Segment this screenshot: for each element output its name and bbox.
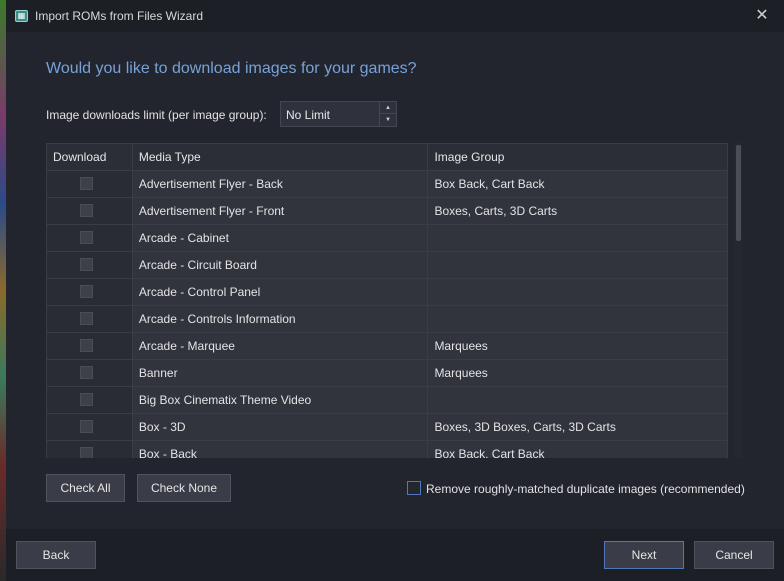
download-checkbox[interactable] <box>80 339 93 352</box>
media-type-cell: Arcade - Circuit Board <box>132 252 429 278</box>
image-group-cell <box>428 387 728 413</box>
download-checkbox[interactable] <box>80 258 93 271</box>
remove-duplicates-label: Remove roughly-matched duplicate images … <box>426 482 745 496</box>
download-cell <box>47 414 133 440</box>
spin-down-icon[interactable]: ▼ <box>380 114 396 126</box>
download-cell <box>47 225 133 251</box>
close-icon[interactable]: ✕ <box>750 4 774 28</box>
image-group-cell <box>428 225 728 251</box>
back-button[interactable]: Back <box>16 541 96 569</box>
download-checkbox[interactable] <box>80 393 93 406</box>
download-cell <box>47 333 133 359</box>
wizard-window: ▦ Import ROMs from Files Wizard ✕ Would … <box>6 0 784 581</box>
image-group-cell: Marquees <box>428 360 728 386</box>
download-checkbox[interactable] <box>80 366 93 379</box>
spin-buttons: ▲ ▼ <box>379 102 396 126</box>
download-cell <box>47 306 133 332</box>
download-checkbox[interactable] <box>80 312 93 325</box>
column-header-media-type[interactable]: Media Type <box>133 144 429 170</box>
column-header-image-group[interactable]: Image Group <box>428 144 728 170</box>
image-group-cell <box>428 279 728 305</box>
grid-body: Advertisement Flyer - Back Box Back, Cart… <box>47 171 728 458</box>
image-group-cell: Box Back, Cart Back <box>428 171 728 197</box>
table-row[interactable]: Arcade - Marquee Marquees <box>47 333 728 360</box>
download-checkbox[interactable] <box>80 177 93 190</box>
grid-header: Download Media Type Image Group <box>47 143 728 171</box>
download-checkbox[interactable] <box>80 231 93 244</box>
table-row[interactable]: Advertisement Flyer - Front Boxes, Carts,… <box>47 198 728 225</box>
download-cell <box>47 198 133 224</box>
media-type-cell: Advertisement Flyer - Back <box>132 171 429 197</box>
download-checkbox[interactable] <box>80 285 93 298</box>
footer-bar: Back Next Cancel <box>6 529 784 581</box>
spin-up-icon[interactable]: ▲ <box>380 102 396 114</box>
image-group-cell <box>428 252 728 278</box>
title-bar: ▦ Import ROMs from Files Wizard ✕ <box>6 0 784 32</box>
page-heading: Would you like to download images for yo… <box>46 60 417 77</box>
media-type-cell: Banner <box>132 360 429 386</box>
media-type-cell: Box - Back <box>132 441 429 458</box>
media-type-cell: Box - 3D <box>132 414 429 440</box>
check-all-button[interactable]: Check All <box>46 474 125 502</box>
check-none-button[interactable]: Check None <box>137 474 231 502</box>
next-button[interactable]: Next <box>604 541 684 569</box>
scrollbar-thumb[interactable] <box>736 145 741 241</box>
cancel-button[interactable]: Cancel <box>694 541 774 569</box>
table-row[interactable]: Advertisement Flyer - Back Box Back, Cart… <box>47 171 728 198</box>
remove-duplicates-checkbox[interactable] <box>407 481 421 495</box>
table-row[interactable]: Arcade - Cabinet <box>47 225 728 252</box>
column-header-download[interactable]: Download <box>47 144 133 170</box>
download-checkbox[interactable] <box>80 447 93 458</box>
download-cell <box>47 441 133 458</box>
media-type-grid: Download Media Type Image Group Advertis… <box>46 143 728 458</box>
download-cell <box>47 387 133 413</box>
download-cell <box>47 171 133 197</box>
media-type-cell: Big Box Cinematix Theme Video <box>132 387 429 413</box>
limit-spinbox[interactable]: No Limit ▲ ▼ <box>280 101 397 127</box>
app-icon: ▦ <box>15 10 28 22</box>
download-cell <box>47 279 133 305</box>
table-row[interactable]: Banner Marquees <box>47 360 728 387</box>
media-type-cell: Arcade - Controls Information <box>132 306 429 332</box>
image-group-cell: Marquees <box>428 333 728 359</box>
image-group-cell: Box Back, Cart Back <box>428 441 728 458</box>
table-row[interactable]: Arcade - Circuit Board <box>47 252 728 279</box>
image-group-cell: Boxes, 3D Boxes, Carts, 3D Carts <box>428 414 728 440</box>
download-cell <box>47 252 133 278</box>
image-group-cell: Boxes, Carts, 3D Carts <box>428 198 728 224</box>
download-checkbox[interactable] <box>80 420 93 433</box>
limit-value: No Limit <box>286 108 331 122</box>
download-cell <box>47 360 133 386</box>
image-group-cell <box>428 306 728 332</box>
window-title: Import ROMs from Files Wizard <box>35 9 204 23</box>
table-row[interactable]: Arcade - Control Panel <box>47 279 728 306</box>
grid-scrollbar[interactable] <box>734 143 742 458</box>
table-row[interactable]: Big Box Cinematix Theme Video <box>47 387 728 414</box>
table-row[interactable]: Box - Back Box Back, Cart Back <box>47 441 728 458</box>
limit-label: Image downloads limit (per image group): <box>46 108 267 122</box>
table-row[interactable]: Arcade - Controls Information <box>47 306 728 333</box>
download-checkbox[interactable] <box>80 204 93 217</box>
media-type-cell: Arcade - Marquee <box>132 333 429 359</box>
media-type-cell: Arcade - Cabinet <box>132 225 429 251</box>
table-row[interactable]: Box - 3D Boxes, 3D Boxes, Carts, 3D Carts <box>47 414 728 441</box>
media-type-cell: Arcade - Control Panel <box>132 279 429 305</box>
media-type-cell: Advertisement Flyer - Front <box>132 198 429 224</box>
